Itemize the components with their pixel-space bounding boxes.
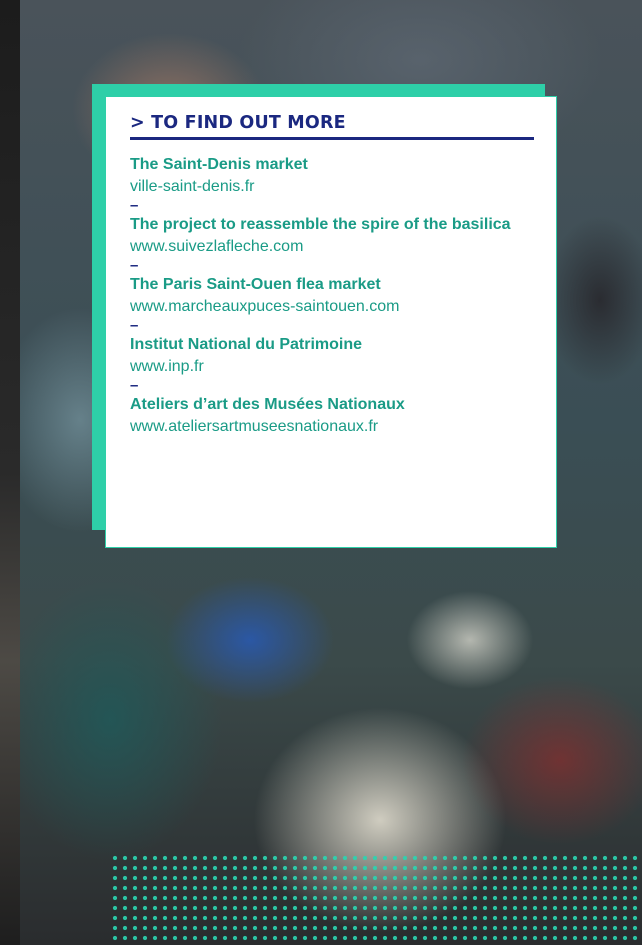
link-title: Institut National du Patrimoine (130, 336, 363, 353)
separator-dash: – (130, 317, 139, 334)
separator-dash: – (130, 377, 139, 394)
separator-dash: – (130, 257, 139, 274)
link-entry-flea-market: The Paris Saint-Ouen flea market www.mar… (130, 274, 534, 317)
link-entry-inp: Institut National du Patrimoine www.inp.… (130, 334, 534, 377)
link-url[interactable]: www.inp.fr (130, 356, 534, 377)
link-url[interactable]: www.suivezlafleche.com (130, 236, 534, 257)
info-box: > TO FIND OUT MORE The Saint-Denis marke… (105, 96, 557, 548)
info-box-heading: > TO FIND OUT MORE (130, 113, 534, 140)
link-title: The Saint-Denis market (130, 156, 308, 173)
link-entry-spire-project: The project to reassemble the spire of t… (130, 214, 534, 257)
link-title: The Paris Saint-Ouen flea market (130, 276, 381, 293)
link-title: Ateliers d’art des Musées Nationaux (130, 396, 405, 413)
left-edge-strip (0, 0, 20, 945)
link-entry-saint-denis-market: The Saint-Denis market ville-saint-denis… (130, 154, 534, 197)
decorative-dot-pattern (110, 853, 642, 945)
link-entry-ateliers-art: Ateliers d’art des Musées Nationaux www.… (130, 394, 534, 437)
link-url[interactable]: www.marcheauxpuces-saintouen.com (130, 296, 534, 317)
separator-dash: – (130, 197, 139, 214)
link-url[interactable]: www.ateliersartmuseesnationaux.fr (130, 416, 534, 437)
link-title: The project to reassemble the spire of t… (130, 216, 511, 233)
link-url[interactable]: ville-saint-denis.fr (130, 176, 534, 197)
